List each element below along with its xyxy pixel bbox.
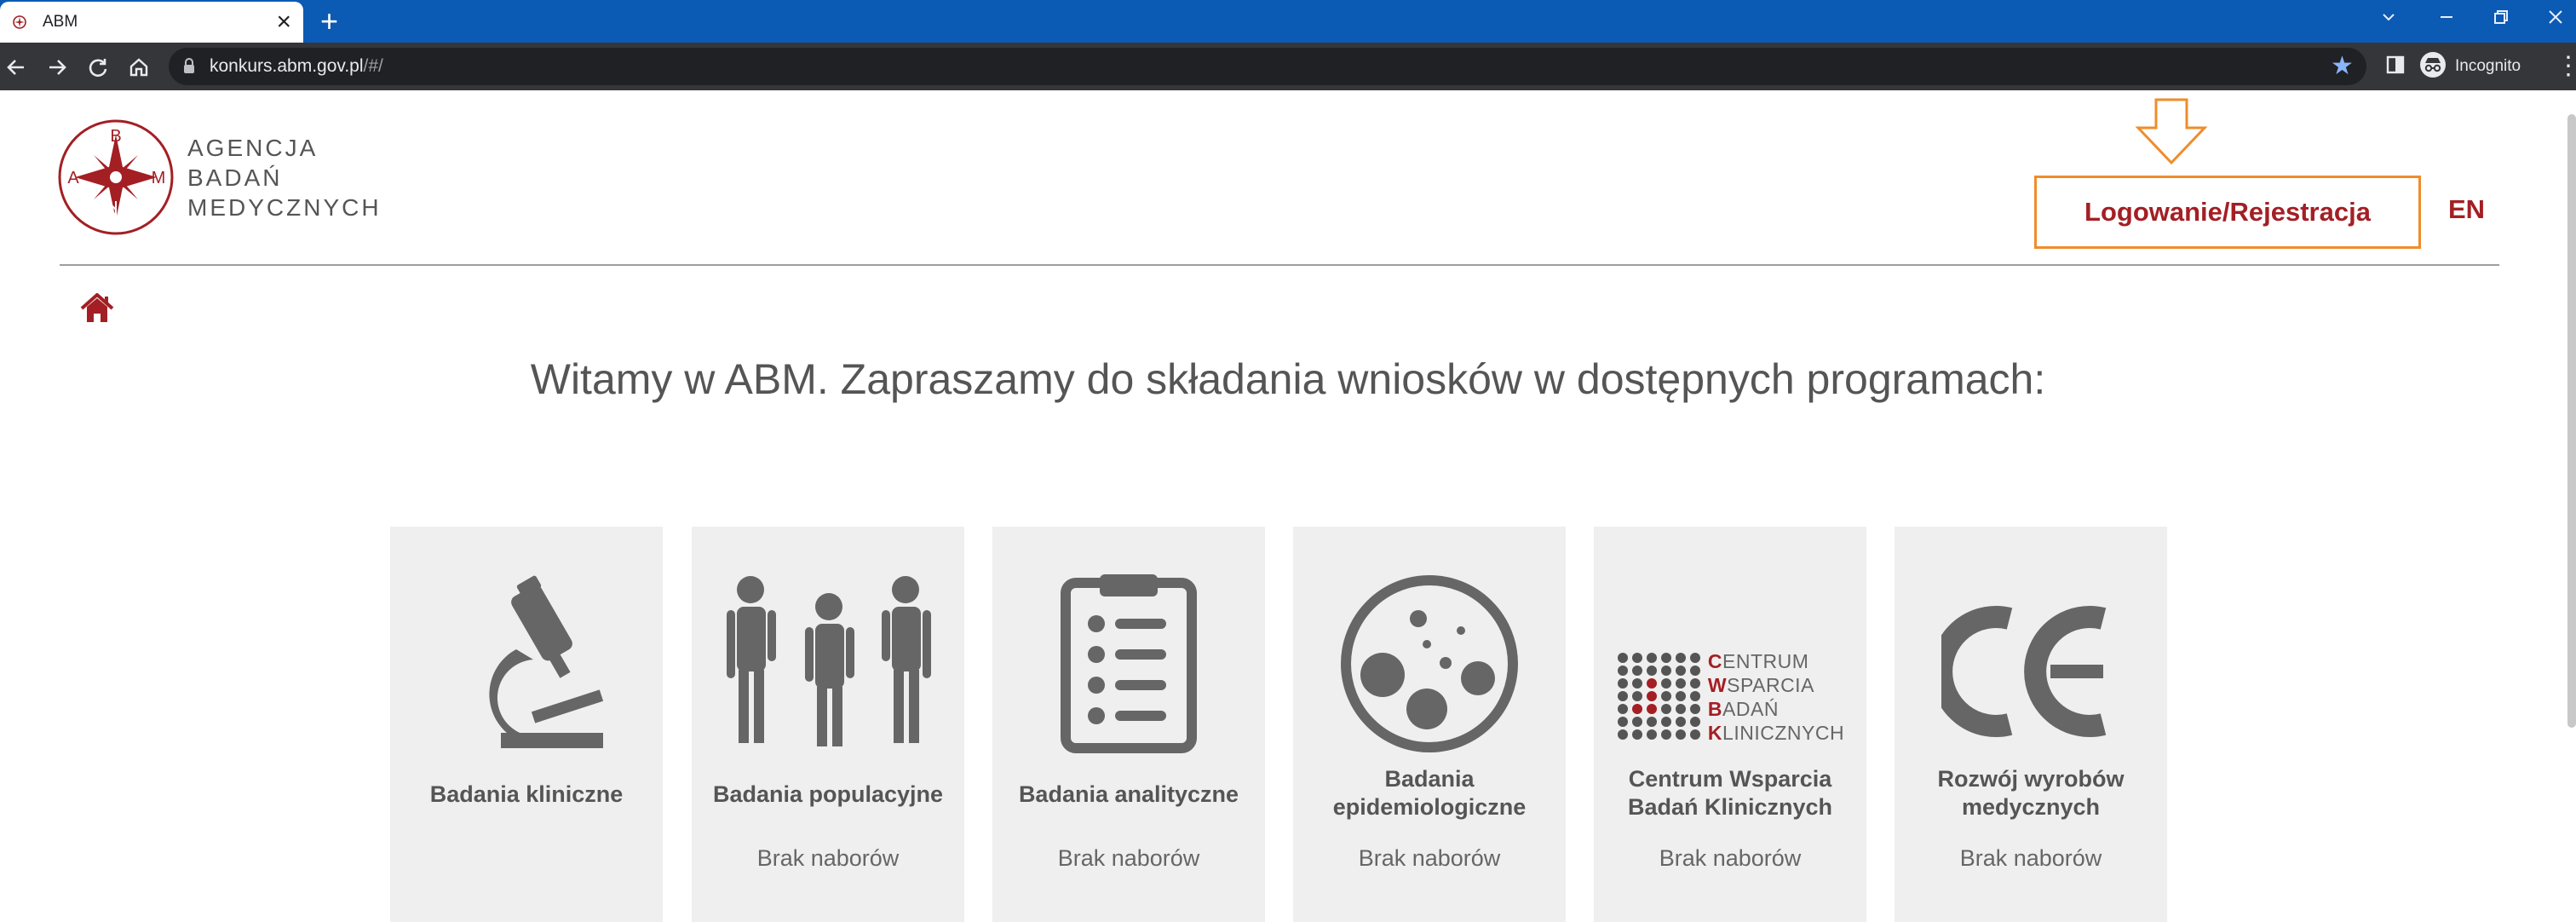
logo-line: AGENCJA [187,135,319,161]
browser-tab[interactable]: ABM × [0,2,303,43]
incognito-icon [2419,51,2447,83]
url-text[interactable]: konkurs.abm.gov.pl/#/ [210,55,383,78]
card-status: Brak naborów [1358,845,1501,871]
ce-mark-icon [1895,603,2167,757]
program-card-epidemiologiczne[interactable]: Badania epidemiologiczne Brak naborów [1293,527,1566,922]
side-panel-icon[interactable] [2385,55,2406,79]
address-bar[interactable] [169,48,2366,85]
logo-wordmark: AGENCJA BADAŃ MEDYCZNYCH [187,133,382,222]
cwbk-line: KLINICZNYCH [1707,722,1845,744]
abm-logo[interactable]: B A M [56,118,175,241]
login-register-button[interactable]: Logowanie/Rejestracja [2034,176,2421,249]
program-card-cwbk[interactable]: CENTRUM WSPARCIA BADAŃ KLINICZNYCH Centr… [1594,527,1866,922]
cwbk-line: WSPARCIA [1707,674,1814,696]
cwbk-dot-grid [1616,651,1705,743]
petri-dish-icon [1293,574,1566,752]
people-icon [692,574,964,746]
page-scrollbar[interactable] [2567,114,2576,728]
favicon-icon [12,14,27,30]
cwbk-line: BADAŃ [1707,698,1779,720]
star-icon[interactable]: ★ [2331,51,2354,82]
program-card-kliniczne[interactable]: Badania kliniczne [390,527,663,922]
arrow-down-icon [2135,97,2208,170]
clipboard-icon [992,574,1265,753]
logo-letter-a: A [67,169,79,187]
card-title: Badania epidemiologiczne [1332,766,1527,820]
logo-letter-b: B [110,127,121,146]
tab-search-icon[interactable] [2378,7,2399,33]
logo-line: MEDYCZNYCH [187,194,382,221]
card-title: Rozwój wyrobów medycznych [1937,766,2125,820]
card-status: Brak naborów [1659,845,1802,871]
card-status: Brak naborów [1057,845,1200,871]
tab-strip [0,0,2576,43]
lock-icon[interactable] [182,58,196,79]
home-icon[interactable] [80,292,114,328]
new-tab-button[interactable]: + [320,5,338,37]
url-domain: konkurs.abm.gov.pl [210,56,364,76]
microscope-icon [390,574,663,748]
logo-line: BADAŃ [187,164,283,191]
incognito-label: Incognito [2455,57,2521,75]
tab-close-icon[interactable]: × [276,9,291,35]
header-divider [60,264,2499,266]
logo-letter-m: M [152,169,166,187]
card-title: Badania analityczne [1018,781,1239,807]
back-icon[interactable] [2,53,31,82]
restore-icon[interactable] [2491,7,2511,33]
cwbk-logo: CENTRUM WSPARCIA BADAŃ KLINICZNYCH [1594,620,1866,774]
menu-icon[interactable]: ⋮ [2556,53,2576,80]
program-card-populacyjne[interactable]: Badania populacyjne Brak naborów [692,527,964,922]
welcome-heading: Witamy w ABM. Zapraszamy do składania wn… [530,355,2046,403]
card-status: Brak naborów [756,845,900,871]
forward-icon[interactable] [43,53,72,82]
program-card-analityczne[interactable]: Badania analityczne Brak naborów [992,527,1265,922]
language-switch-en[interactable]: EN [2448,194,2485,225]
cwbk-line: CENTRUM [1707,650,1809,672]
cwbk-wordmark: CENTRUM WSPARCIA BADAŃ KLINICZNYCH [1708,649,1844,745]
url-path: /#/ [363,56,383,76]
card-title: Centrum Wsparcia Badań Klinicznych [1627,766,1833,820]
card-title: Badania populacyjne [712,781,944,807]
tab-title: ABM [43,13,78,31]
incognito-indicator[interactable]: Incognito [2419,49,2521,84]
card-status: Brak naborów [1959,845,2102,871]
home-icon[interactable] [124,53,153,82]
reload-icon[interactable] [83,53,112,82]
program-card-wyroby-medyczne[interactable]: Rozwój wyrobów medycznych Brak naborów [1895,527,2167,922]
close-window-icon[interactable] [2545,7,2566,33]
card-title: Badania kliniczne [429,781,624,807]
minimize-icon[interactable] [2436,7,2457,33]
